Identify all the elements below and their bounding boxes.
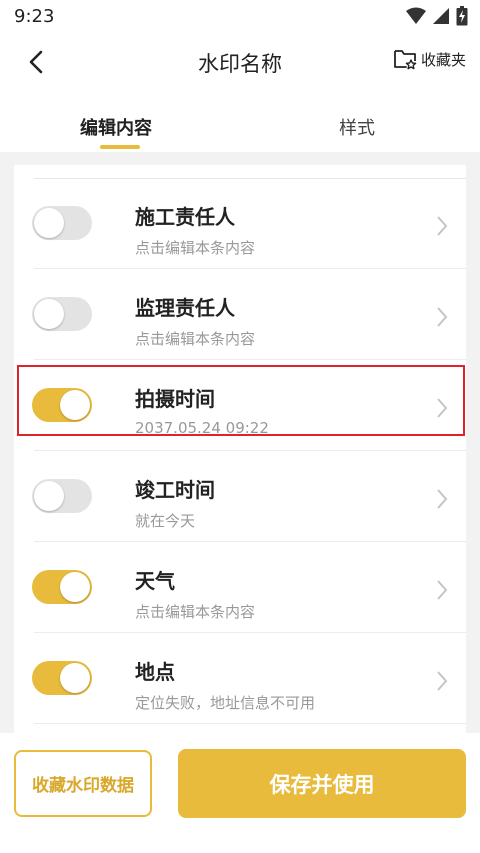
favorites-button[interactable]: 收藏夹	[393, 48, 466, 70]
row-divider	[34, 541, 466, 542]
collect-watermark-button[interactable]: 收藏水印数据	[14, 750, 152, 817]
back-button[interactable]	[20, 46, 52, 78]
toggle-knob	[34, 299, 64, 329]
row-divider	[34, 268, 466, 269]
row-divider	[34, 359, 466, 360]
tab-style[interactable]: 样式	[339, 114, 375, 140]
tab-bar: 编辑内容 样式	[0, 90, 480, 152]
favorites-label: 收藏夹	[420, 50, 466, 69]
toggle-switch[interactable]	[32, 479, 92, 513]
item-title: 竣工时间	[135, 478, 215, 502]
chevron-right-icon	[437, 489, 448, 509]
tab-edit-content[interactable]: 编辑内容	[80, 114, 152, 140]
item-subtitle: 2037.05.24 09:22	[135, 419, 269, 437]
toggle-knob	[34, 481, 64, 511]
row-divider	[34, 723, 466, 724]
item-subtitle: 点击编辑本条内容	[135, 603, 256, 621]
row-divider	[34, 450, 466, 451]
toggle-knob	[60, 390, 90, 420]
status-time: 9:23	[14, 6, 55, 27]
wifi-icon	[406, 7, 426, 24]
item-subtitle: 点击编辑本条内容	[135, 239, 256, 257]
bottom-action-bar: 收藏水印数据 保存并使用	[0, 733, 480, 853]
item-title: 地点	[135, 660, 175, 684]
list-item-construction-responsible[interactable]: 施工责任人 点击编辑本条内容	[14, 179, 466, 269]
toggle-switch[interactable]	[32, 661, 92, 695]
chevron-right-icon	[437, 671, 448, 691]
save-and-use-button[interactable]: 保存并使用	[178, 749, 466, 818]
chevron-right-icon	[437, 580, 448, 600]
item-title: 施工责任人	[135, 205, 235, 229]
battery-icon	[456, 6, 468, 26]
list-item-shooting-time[interactable]: 拍摄时间 2037.05.24 09:22	[14, 361, 466, 451]
toggle-knob	[34, 208, 64, 238]
toggle-knob	[60, 663, 90, 693]
chevron-right-icon	[437, 398, 448, 418]
toggle-switch[interactable]	[32, 206, 92, 240]
item-title: 拍摄时间	[135, 387, 215, 411]
item-title: 监理责任人	[135, 296, 235, 320]
chevron-right-icon	[437, 307, 448, 327]
toggle-switch[interactable]	[32, 388, 92, 422]
signal-icon	[433, 8, 449, 24]
status-bar: 9:23	[0, 0, 480, 34]
folder-star-icon	[394, 50, 417, 70]
status-icons	[406, 6, 468, 26]
chevron-right-icon	[437, 216, 448, 236]
toggle-switch[interactable]	[32, 297, 92, 331]
item-subtitle: 定位失败，地址信息不可用	[135, 694, 316, 712]
toggle-switch[interactable]	[32, 570, 92, 604]
list-item-completion-time[interactable]: 竣工时间 就在今天	[14, 452, 466, 542]
list-item-location[interactable]: 地点 定位失败，地址信息不可用	[14, 634, 466, 724]
back-arrow-icon	[29, 50, 43, 74]
watermark-field-list[interactable]: 施工责任人 点击编辑本条内容 监理责任人 点击编辑本条内容 拍摄时间 2037.…	[14, 165, 466, 733]
list-item-weather[interactable]: 天气 点击编辑本条内容	[14, 543, 466, 633]
item-subtitle: 就在今天	[135, 512, 196, 530]
row-divider	[34, 632, 466, 633]
item-title: 天气	[135, 569, 175, 593]
top-bar: 水印名称 收藏夹	[0, 34, 480, 90]
list-item-supervision-responsible[interactable]: 监理责任人 点击编辑本条内容	[14, 270, 466, 360]
tab-active-indicator	[100, 145, 140, 149]
toggle-knob	[60, 572, 90, 602]
item-subtitle: 点击编辑本条内容	[135, 330, 256, 348]
